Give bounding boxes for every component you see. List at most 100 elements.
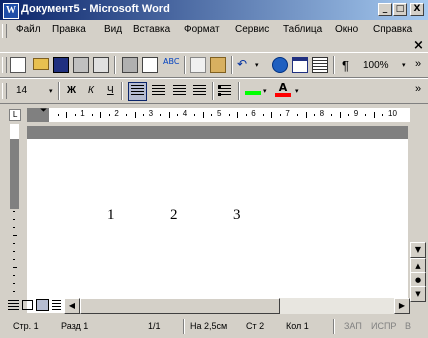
maximize-button[interactable]: □ [393, 3, 407, 16]
outline-view-icon[interactable] [52, 300, 61, 310]
toolbar-grip[interactable] [2, 83, 7, 99]
scroll-left-button[interactable]: ◀ [64, 298, 80, 314]
ruler-tick [66, 112, 68, 118]
font-color-dropdown-icon[interactable]: ▾ [295, 87, 299, 95]
ruler-number: 5 [217, 109, 222, 118]
status-rec[interactable]: ЗАП [344, 321, 362, 331]
vertical-ruler-tick [13, 259, 15, 260]
show-hide-paragraph-icon[interactable]: ¶ [342, 58, 349, 73]
menu-bar: Файл Правка Вид Вставка Формат Сервис Та… [0, 21, 428, 53]
menu-window[interactable]: Окно [335, 24, 363, 35]
spelling-icon[interactable]: ABC [163, 57, 179, 73]
font-size-dropdown-icon[interactable]: ▾ [49, 87, 53, 95]
justify-icon[interactable] [193, 85, 206, 96]
align-center-icon[interactable] [152, 85, 165, 96]
scroll-down-button[interactable]: ▼ [410, 242, 426, 258]
new-document-icon[interactable] [10, 57, 26, 73]
toolbar-separator [184, 56, 186, 74]
print-preview-icon[interactable] [93, 57, 109, 73]
minimize-button[interactable]: _ [378, 3, 392, 16]
save-icon[interactable] [53, 57, 69, 73]
vertical-ruler-tick [13, 211, 15, 212]
status-trk[interactable]: ИСПР [371, 321, 396, 331]
toolbar-separator [121, 82, 123, 100]
status-line: Ст 2 [246, 321, 265, 331]
open-folder-icon[interactable] [33, 58, 49, 70]
ruler-tick [168, 112, 170, 118]
status-section: Разд 1 [61, 321, 89, 331]
status-separator [183, 319, 185, 334]
document-page[interactable] [27, 126, 408, 313]
web-layout-icon[interactable] [22, 300, 33, 310]
ruler-tick [143, 114, 145, 116]
menu-insert[interactable]: Вставка [133, 24, 170, 35]
word-app-icon[interactable]: W [3, 3, 19, 19]
ruler-tick [57, 114, 59, 116]
ruler-tick [365, 114, 367, 116]
insert-table-icon[interactable] [312, 57, 328, 73]
menu-table[interactable]: Таблица [283, 24, 322, 35]
undo-dropdown-icon[interactable]: ▾ [255, 61, 259, 69]
menu-format[interactable]: Формат [184, 24, 220, 35]
ruler-tick [348, 114, 350, 116]
bold-button[interactable]: Ж [67, 85, 76, 96]
paste-icon[interactable] [210, 57, 226, 73]
print-layout-icon[interactable] [36, 299, 49, 311]
permission-icon[interactable] [73, 57, 89, 73]
tab-selector-icon[interactable]: L [9, 109, 21, 121]
highlight-dropdown-icon[interactable]: ▾ [263, 87, 267, 95]
next-page-button[interactable]: ▼ [410, 286, 426, 302]
first-line-indent-marker[interactable]: ⏷ [40, 106, 47, 116]
standard-toolbar: ABC ↶ ▾ ¶ 100% ▾ » [0, 52, 428, 78]
close-document-icon[interactable]: × [413, 38, 424, 53]
numbered-list-icon[interactable] [218, 85, 231, 96]
menu-help[interactable]: Справка [373, 24, 412, 35]
toolbar-options-icon[interactable]: » [415, 58, 421, 70]
horizontal-scroll-track[interactable] [280, 298, 394, 314]
ruler-tick [211, 114, 213, 116]
preview-icon[interactable] [142, 57, 158, 73]
undo-icon[interactable]: ↶ [237, 57, 253, 73]
tables-borders-icon[interactable] [292, 57, 308, 73]
highlight-icon[interactable] [245, 83, 261, 95]
normal-view-icon[interactable] [8, 300, 19, 310]
ruler-tick [74, 114, 76, 116]
close-window-button[interactable]: X [410, 3, 424, 16]
menu-tools[interactable]: Сервис [235, 24, 269, 35]
font-color-icon[interactable]: A [275, 81, 291, 97]
italic-button[interactable]: К [88, 85, 94, 96]
vertical-ruler-tick [13, 275, 15, 276]
hyperlink-icon[interactable] [272, 57, 288, 73]
status-column: Кол 1 [286, 321, 309, 331]
status-ext[interactable]: В [405, 321, 411, 331]
align-right-icon[interactable] [173, 85, 186, 96]
formatting-options-icon[interactable]: » [415, 83, 421, 95]
vertical-ruler-tick [13, 291, 15, 292]
vertical-ruler[interactable] [10, 209, 19, 295]
zoom-dropdown-icon[interactable]: ▾ [402, 61, 406, 69]
toolbar-grip[interactable] [2, 57, 7, 73]
font-size-value[interactable]: 14 [16, 85, 27, 96]
ruler-tick [305, 112, 307, 118]
ruler-tick [373, 112, 375, 118]
zoom-value[interactable]: 100% [363, 60, 389, 71]
menubar-grip[interactable] [2, 24, 7, 38]
vertical-ruler-tick [13, 235, 17, 236]
underline-button[interactable]: Ч [107, 85, 114, 96]
ruler-number: 1 [80, 109, 85, 118]
print-icon[interactable] [122, 57, 138, 73]
copy-icon[interactable] [190, 57, 206, 73]
menu-file[interactable]: Файл [16, 24, 41, 35]
horizontal-scroll-thumb[interactable] [80, 298, 280, 314]
ruler-tick [194, 114, 196, 116]
menu-edit[interactable]: Правка [52, 24, 86, 35]
menu-view[interactable]: Вид [104, 24, 122, 35]
scroll-right-button[interactable]: ▶ [394, 298, 410, 314]
ruler-tick [100, 112, 102, 118]
ruler-tick [108, 114, 110, 116]
ruler-tick [245, 114, 247, 116]
ruler-number: 7 [285, 109, 290, 118]
vertical-ruler-margin [10, 139, 19, 209]
vertical-ruler-tick [13, 251, 15, 252]
toolbar-separator [238, 82, 240, 100]
